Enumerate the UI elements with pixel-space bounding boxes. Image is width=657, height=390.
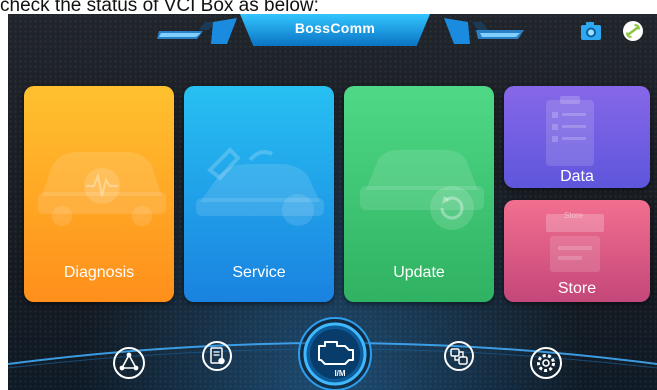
im-label: I/M bbox=[334, 369, 346, 378]
settings-icon[interactable] bbox=[529, 346, 563, 380]
link-icon[interactable] bbox=[621, 20, 645, 42]
vci-connect-icon[interactable] bbox=[443, 340, 475, 372]
store-ticket-text: Store bbox=[564, 211, 584, 220]
update-tile[interactable]: Update bbox=[344, 86, 494, 302]
network-icon[interactable] bbox=[112, 346, 146, 380]
store-tile[interactable]: Store Store bbox=[504, 200, 650, 302]
car-diagnosis-icon bbox=[38, 152, 166, 226]
car-service-icon bbox=[196, 147, 324, 226]
app-screen: BossComm Diagnosis Service Update Data S… bbox=[8, 14, 657, 390]
clipboard-data-icon bbox=[546, 96, 594, 166]
update-label: Update bbox=[393, 264, 445, 281]
engine-icon[interactable] bbox=[297, 316, 373, 390]
car-update-icon bbox=[360, 150, 484, 230]
service-tile[interactable]: Service bbox=[184, 86, 334, 302]
data-label: Data bbox=[560, 168, 594, 185]
page-caption: check the status of VCI Box as below: bbox=[0, 0, 319, 16]
report-icon[interactable] bbox=[201, 340, 233, 372]
header-bar: BossComm bbox=[8, 14, 657, 52]
header-right-decoration bbox=[444, 18, 524, 44]
camera-icon[interactable] bbox=[579, 20, 603, 42]
header-left-decoration bbox=[153, 18, 237, 44]
diagnosis-label: Diagnosis bbox=[63, 264, 135, 281]
brand-logo: BossComm bbox=[294, 20, 376, 36]
diagnosis-tile[interactable]: Diagnosis bbox=[24, 86, 174, 302]
service-label: Service bbox=[232, 264, 286, 281]
data-tile[interactable]: Data bbox=[504, 86, 650, 188]
store-label: Store bbox=[557, 280, 597, 297]
